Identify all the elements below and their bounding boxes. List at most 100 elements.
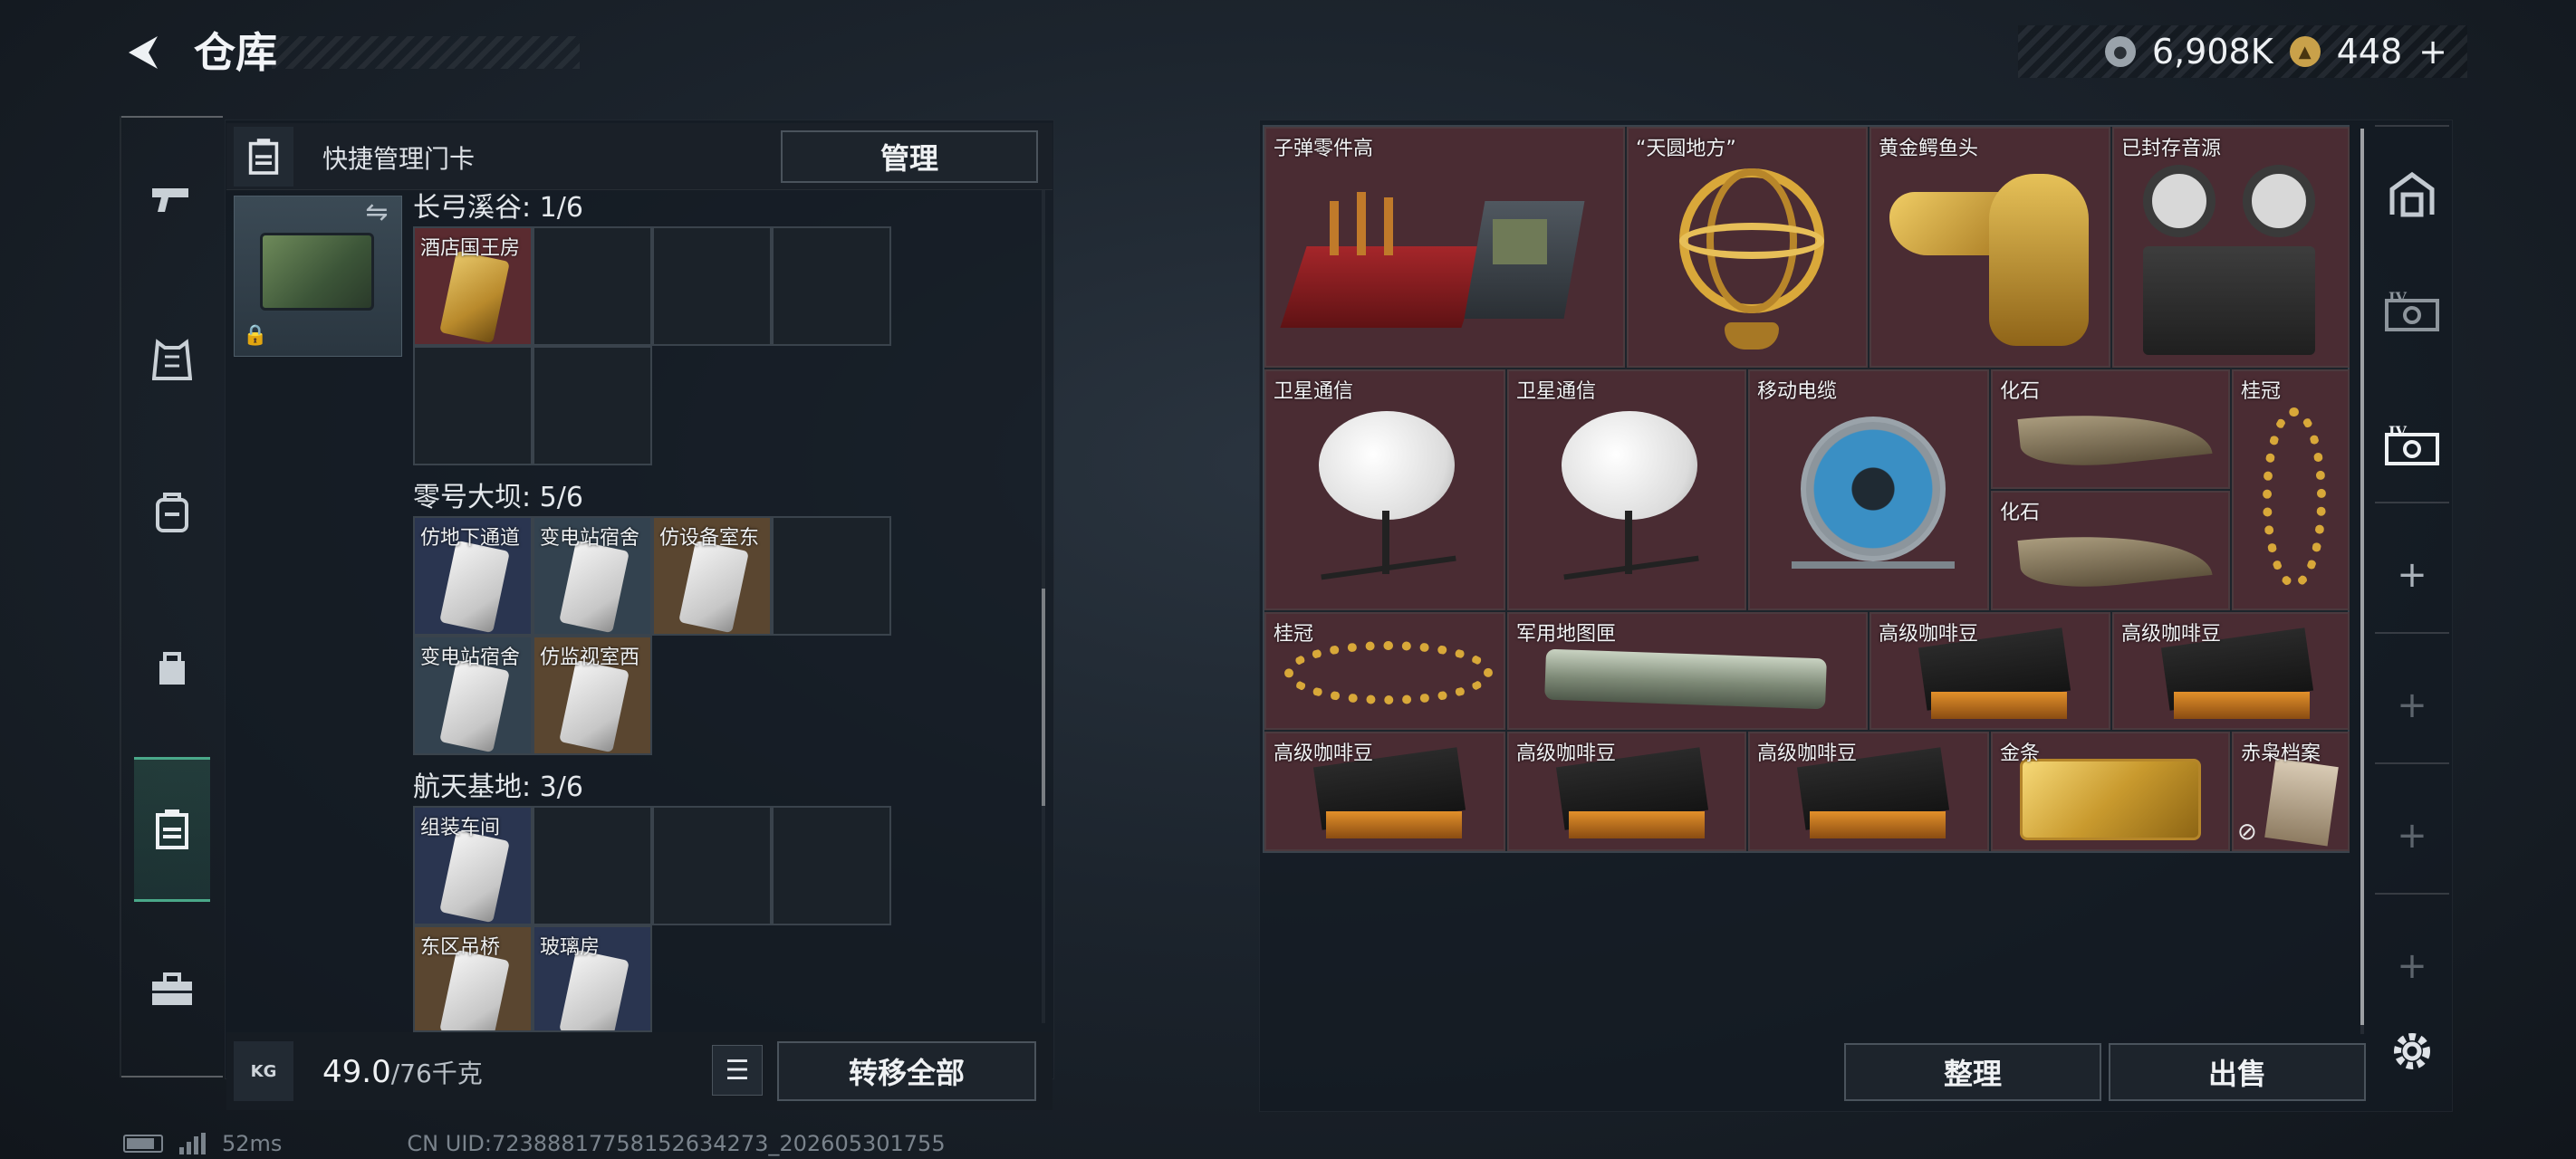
back-button[interactable] [118, 25, 172, 80]
list-view-button[interactable]: ☰ [712, 1045, 763, 1096]
title-decoration [272, 36, 580, 69]
keycard-item[interactable]: 仿设备室东 [652, 516, 772, 636]
nav-armor[interactable] [134, 322, 210, 398]
add-stash-page-button[interactable]: + [2371, 925, 2453, 1007]
swap-icon[interactable]: ⇋ [359, 194, 395, 230]
stash-item[interactable]: 军用地图匣 [1507, 612, 1868, 730]
empty-slot[interactable] [772, 806, 891, 925]
stash-item[interactable]: 高级咖啡豆 [2112, 612, 2350, 730]
stash-item[interactable]: 高级咖啡豆 [1507, 732, 1746, 851]
nav-divider [2375, 125, 2449, 127]
stash-item[interactable]: 子弹零件高 [1264, 127, 1625, 368]
section-title: 航天基地: 3/6 [413, 771, 583, 803]
add-currency-button[interactable]: + [2418, 32, 2447, 72]
gold-coin-icon: ▲ [2289, 36, 2321, 67]
empty-slot[interactable] [772, 516, 891, 636]
stash-item[interactable]: 高级咖啡豆 [1870, 612, 2110, 730]
stash-item[interactable]: 移动电缆 [1748, 369, 1989, 610]
stash-item[interactable]: 化石 [1991, 369, 2230, 489]
stash-scrollbar-thumb[interactable] [2360, 129, 2364, 1025]
stash-tab-icon: IV [2385, 424, 2439, 465]
keycard-item[interactable]: 玻璃房 [533, 925, 652, 1032]
weight-readout: 49.0/76千克 [322, 1054, 483, 1090]
stash-item[interactable]: 卫星通信 [1507, 369, 1746, 610]
plus-icon: + [2397, 554, 2427, 596]
stash-item[interactable]: 化石 [1991, 491, 2230, 610]
gold-bar-icon [2020, 759, 2201, 844]
nav-toolbox[interactable] [134, 951, 210, 1027]
keycard-icon [559, 949, 630, 1030]
stash-item[interactable]: 桂冠 [1264, 612, 1505, 730]
keycard-item[interactable]: 仿地下通道 [413, 516, 533, 636]
nav-weapons[interactable] [134, 161, 210, 237]
empty-slot[interactable] [533, 806, 652, 925]
stash-tab-icon: IV [2385, 290, 2439, 331]
stash-item[interactable]: 黄金鳄鱼头 [1870, 127, 2110, 368]
ammo-parts-box-icon [1280, 183, 1592, 337]
keycard-item[interactable]: 变电站宿舍 [533, 516, 652, 636]
lock-icon: 🔒 [243, 324, 268, 347]
add-stash-page-button[interactable]: + [2371, 795, 2453, 876]
nav-rig[interactable] [134, 630, 210, 706]
empty-slot[interactable] [652, 806, 772, 925]
stash-item[interactable]: 高级咖啡豆 [1264, 732, 1505, 851]
nav-divider [2375, 762, 2449, 764]
stash-page-main[interactable] [2371, 154, 2453, 235]
golden-crocodile-head-icon [1889, 165, 2098, 355]
keycard-item[interactable]: 组装车间 [413, 806, 533, 925]
empty-slot[interactable] [533, 226, 652, 346]
laurel-wreath-icon [2254, 407, 2335, 598]
gear-icon [2394, 1033, 2430, 1069]
weight-max: /76千克 [390, 1058, 483, 1088]
nav-divider [121, 116, 223, 118]
map-tube-icon [1544, 645, 1844, 717]
stash-page-nav: IV IV + + + + [2371, 125, 2453, 1085]
nav-divider [2375, 632, 2449, 634]
plus-icon: + [2397, 815, 2427, 857]
empty-slot[interactable] [772, 226, 891, 346]
stash-item[interactable]: 桂冠 [2232, 369, 2350, 610]
stash-item[interactable]: 赤枭档案 ⊘ [2232, 732, 2350, 851]
keycard-icon [439, 659, 510, 753]
back-arrow-icon [129, 36, 158, 69]
keycard-item[interactable]: 东区吊桥 [413, 925, 533, 1032]
stash-item[interactable]: 已封存音源 [2112, 127, 2350, 368]
satellite-dish-icon [1302, 411, 1475, 601]
cable-reel-icon [1792, 407, 1955, 598]
pistol-icon [152, 188, 188, 212]
transfer-all-button[interactable]: 转移全部 [777, 1041, 1036, 1101]
empty-slot[interactable] [533, 346, 652, 465]
nav-backpack[interactable] [134, 474, 210, 551]
add-stash-page-button[interactable]: + [2371, 665, 2453, 746]
scrollbar-thumb[interactable] [1042, 589, 1045, 806]
stash-item[interactable]: “天圆地方” [1627, 127, 1868, 368]
coffee-bag-icon [1796, 747, 1950, 844]
weight-value: 49.0 [322, 1054, 391, 1090]
plus-icon: + [2397, 685, 2427, 726]
keycard-icon [439, 949, 510, 1030]
sort-button[interactable]: 整理 [1844, 1043, 2101, 1101]
add-stash-page-button[interactable]: + [2371, 534, 2453, 616]
nav-keycard-case[interactable] [134, 757, 210, 902]
coffee-bag-icon [1312, 747, 1466, 844]
sell-button[interactable]: 出售 [2109, 1043, 2366, 1101]
dossier-icon [2264, 758, 2339, 847]
status-bar: 52ms CN UID:7238881775815263427‪3_202605… [123, 1130, 946, 1157]
stash-item[interactable]: 卫星通信 [1264, 369, 1505, 610]
keycard-item[interactable]: 酒店国王房 [413, 226, 533, 346]
stash-page-4-alt[interactable]: IV [2371, 406, 2453, 487]
keycard-icon [439, 829, 510, 924]
manage-button[interactable]: 管理 [781, 130, 1038, 183]
settings-button[interactable] [2371, 1011, 2453, 1092]
keycard-item[interactable]: 仿监视室西 [533, 636, 652, 755]
gold-amount: 448 [2336, 32, 2403, 72]
empty-slot[interactable] [413, 346, 533, 465]
stash-item[interactable]: 金条 [1991, 732, 2230, 851]
stash-item[interactable]: 高级咖啡豆 [1748, 732, 1989, 851]
reel-tape-recorder-icon [2134, 156, 2333, 364]
keycard-item[interactable]: 变电站宿舍 [413, 636, 533, 755]
panel-title: 快捷管理门卡 [322, 144, 476, 174]
empty-slot[interactable] [652, 226, 772, 346]
keycard-icon [439, 540, 510, 634]
stash-page-4[interactable]: IV [2371, 272, 2453, 353]
